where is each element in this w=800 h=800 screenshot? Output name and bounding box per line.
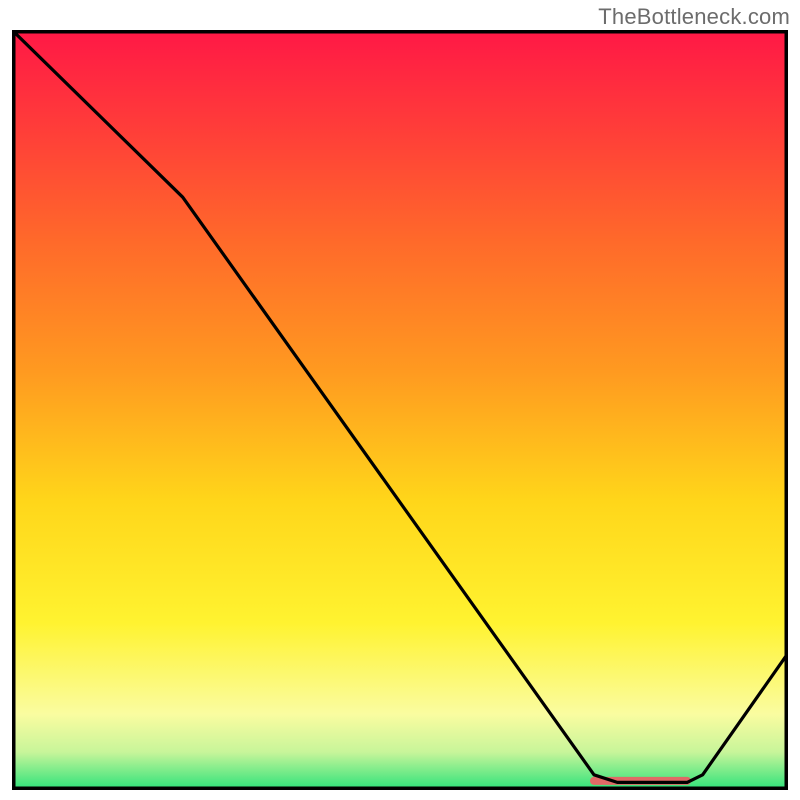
page-root: TheBottleneck.com bbox=[0, 0, 800, 800]
bottleneck-chart bbox=[12, 30, 788, 790]
chart-svg bbox=[12, 30, 788, 790]
watermark-text: TheBottleneck.com bbox=[598, 4, 790, 30]
